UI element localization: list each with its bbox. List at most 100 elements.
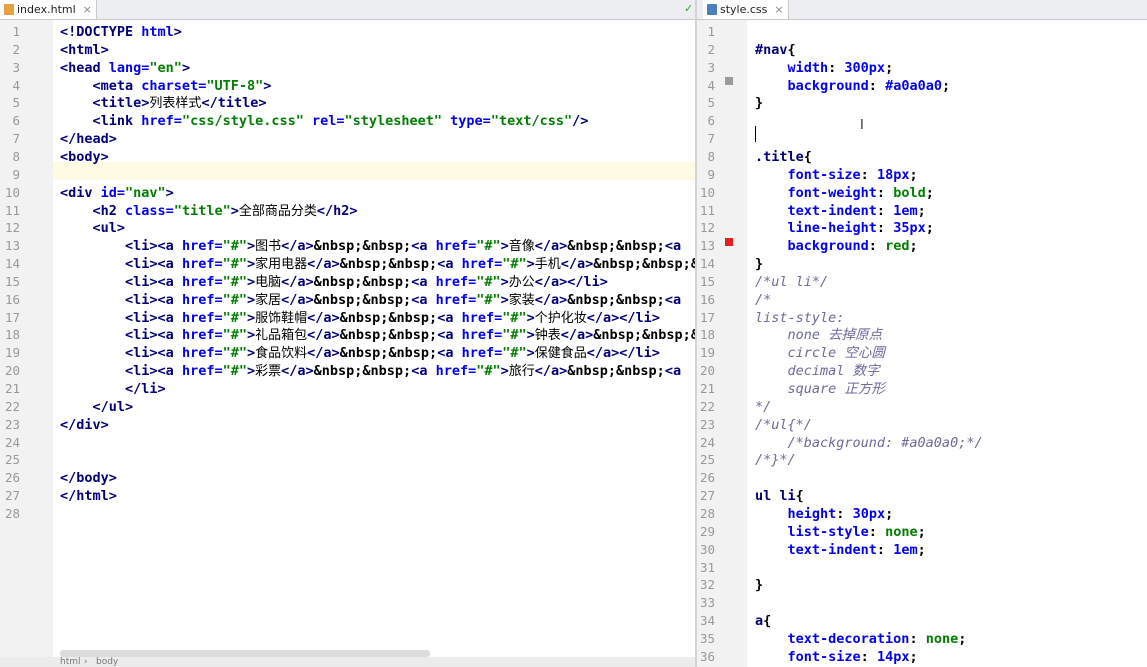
- code-line[interactable]: .title{: [755, 148, 1147, 166]
- code-line[interactable]: <link href="css/style.css" rel="styleshe…: [60, 112, 696, 130]
- code-line[interactable]: <body>: [60, 148, 696, 166]
- code-line[interactable]: [755, 23, 1147, 41]
- code-line[interactable]: /*}*/: [755, 451, 1147, 469]
- code-token: "stylesheet": [344, 113, 443, 130]
- code-token: <li><a: [125, 238, 182, 255]
- code-token: /*}*/: [755, 452, 796, 469]
- line-number: 16: [4, 291, 20, 307]
- code-line[interactable]: [60, 451, 696, 469]
- code-token: <ul>: [92, 220, 126, 237]
- code-line[interactable]: [755, 559, 1147, 577]
- code-line[interactable]: </li>: [60, 380, 696, 398]
- code-line[interactable]: }: [755, 255, 1147, 273]
- code-line[interactable]: /*ul{*/: [755, 416, 1147, 434]
- code-line[interactable]: <html>: [60, 41, 696, 59]
- code-line[interactable]: none 去掉原点: [755, 326, 1147, 344]
- code-line[interactable]: </head>: [60, 130, 696, 148]
- code-line[interactable]: text-decoration: none;: [755, 630, 1147, 648]
- code-line[interactable]: <meta charset="UTF-8">: [60, 77, 696, 95]
- code-line[interactable]: [60, 434, 696, 452]
- code-line[interactable]: <h2 class="title">全部商品分类</h2>: [60, 202, 696, 220]
- code-line[interactable]: [755, 130, 1147, 148]
- code-line[interactable]: /*: [755, 291, 1147, 309]
- line-number: 20: [699, 363, 715, 379]
- code-line[interactable]: list-style: none;: [755, 523, 1147, 541]
- code-line[interactable]: <ul>: [60, 219, 696, 237]
- html-editor-pane[interactable]: index.html × ✓ 1 <!DOCTYPE html> 2 <html> 3 <…: [0, 0, 696, 667]
- code-token: "#": [502, 309, 527, 326]
- line-number: 3: [707, 59, 715, 75]
- code-line[interactable]: </ul>: [60, 398, 696, 416]
- code-line[interactable]: }: [755, 576, 1147, 594]
- code-line[interactable]: </html>: [60, 487, 696, 505]
- code-token: type=: [442, 113, 491, 130]
- code-line[interactable]: font-weight: bold;: [755, 184, 1147, 202]
- code-line[interactable]: font-size: 18px;: [755, 166, 1147, 184]
- code-line[interactable]: circle 空心圆: [755, 344, 1147, 362]
- code-line[interactable]: a{: [755, 612, 1147, 630]
- code-line[interactable]: list-style:: [755, 309, 1147, 327]
- close-icon[interactable]: ×: [83, 0, 92, 19]
- code-line[interactable]: background: #a0a0a0;: [755, 77, 1147, 95]
- line-number: 19: [4, 345, 20, 361]
- code-line[interactable]: <head lang="en">: [60, 59, 696, 77]
- code-line[interactable]: [755, 469, 1147, 487]
- close-icon[interactable]: ×: [774, 0, 783, 19]
- code-line[interactable]: /*ul li*/: [755, 273, 1147, 291]
- code-token: href=: [461, 256, 503, 273]
- code-line[interactable]: [755, 594, 1147, 612]
- code-token: "en": [149, 59, 182, 76]
- code-line[interactable]: <li><a href="#">家用电器</a>&nbsp;&nbsp;<a h…: [60, 255, 696, 273]
- code-token: ;: [917, 202, 926, 219]
- code-line[interactable]: </body>: [60, 469, 696, 487]
- code-line[interactable]: }: [755, 94, 1147, 112]
- code-line[interactable]: text-indent: 1em;: [755, 541, 1147, 559]
- code-line[interactable]: <title>列表样式</title>: [60, 94, 696, 112]
- code-line[interactable]: <li><a href="#">礼品箱包</a>&nbsp;&nbsp;<a h…: [60, 326, 696, 344]
- code-line[interactable]: </div>: [60, 416, 696, 434]
- code-line[interactable]: line-height: 35px;: [755, 219, 1147, 237]
- code-token: /*ul{*/: [755, 416, 812, 433]
- code-line[interactable]: [755, 112, 1147, 130]
- code-token: :: [828, 59, 845, 76]
- code-line[interactable]: text-indent: 1em;: [755, 202, 1147, 220]
- code-line[interactable]: decimal 数字: [755, 362, 1147, 380]
- code-line[interactable]: height: 30px;: [755, 505, 1147, 523]
- code-line[interactable]: <li><a href="#">电脑</a>&nbsp;&nbsp;<a hre…: [60, 273, 696, 291]
- tab-index-html[interactable]: index.html ×: [0, 0, 97, 19]
- code-line[interactable]: square 正方形: [755, 380, 1147, 398]
- line-number: 1: [12, 24, 20, 39]
- horizontal-scrollbar[interactable]: [60, 650, 430, 657]
- code-line[interactable]: <li><a href="#">彩票</a>&nbsp;&nbsp;<a hre…: [60, 362, 696, 380]
- breadcrumb-html[interactable]: html: [60, 657, 81, 667]
- line-number: 23: [4, 416, 20, 432]
- code-line[interactable]: background: red;: [755, 237, 1147, 255]
- code-line[interactable]: #nav{: [755, 41, 1147, 59]
- code-line[interactable]: <li><a href="#">食品饮料</a>&nbsp;&nbsp;<a h…: [60, 344, 696, 362]
- breadcrumb-body[interactable]: body: [96, 657, 118, 667]
- line-number: 25: [4, 452, 20, 468]
- code-token: </a>: [281, 291, 314, 308]
- code-line[interactable]: width: 300px;: [755, 59, 1147, 77]
- code-line[interactable]: <div id="nav">: [60, 184, 696, 202]
- code-line[interactable]: [60, 166, 696, 184]
- code-line[interactable]: <li><a href="#">服饰鞋帽</a>&nbsp;&nbsp;<a h…: [60, 309, 696, 327]
- code-line[interactable]: <li><a href="#">家居</a>&nbsp;&nbsp;<a hre…: [60, 291, 696, 309]
- css-editor-pane[interactable]: style.css × I 1 2 #nav{3 width: 300px; 4 ba…: [697, 0, 1147, 667]
- code-line[interactable]: /*background: #a0a0a0;*/: [755, 434, 1147, 452]
- code-line[interactable]: <li><a href="#">图书</a>&nbsp;&nbsp;<a hre…: [60, 237, 696, 255]
- html-file-icon: [4, 4, 14, 15]
- code-line[interactable]: [60, 505, 696, 523]
- code-token: &nbsp;&nbsp;: [567, 238, 665, 255]
- code-line[interactable]: */: [755, 398, 1147, 416]
- line-number: 34: [699, 613, 715, 629]
- tab-style-css[interactable]: style.css ×: [703, 0, 789, 19]
- code-token: 个护化妆: [534, 310, 587, 326]
- code-token: <a: [437, 327, 462, 344]
- code-line[interactable]: font-size: 14px;: [755, 648, 1147, 666]
- code-token: </a>: [560, 327, 594, 344]
- code-line[interactable]: <!DOCTYPE html>: [60, 23, 696, 41]
- code-line[interactable]: ul li{: [755, 487, 1147, 505]
